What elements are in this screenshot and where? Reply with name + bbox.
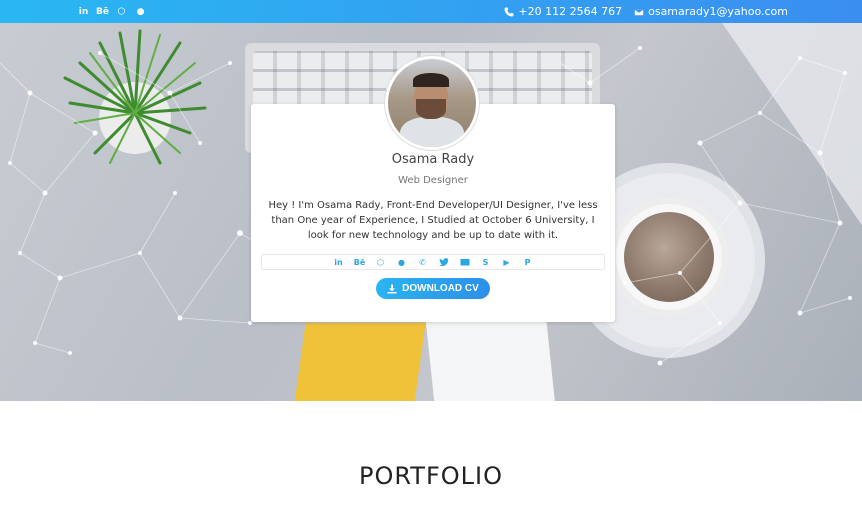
profile-role: Web Designer [398,175,468,186]
phone-icon [504,7,514,16]
profile-bio: Hey ! I'm Osama Rady, Front-End Develope… [268,200,598,241]
phone-number: +20 112 2564 767 [518,5,623,18]
linkedin-icon[interactable]: in [333,257,344,268]
phone-contact[interactable]: +20 112 2564 767 [504,5,622,18]
topbar-contact: +20 112 2564 767 osamarady1@yahoo.com [504,0,788,23]
mail-icon[interactable] [459,257,470,268]
behance-icon[interactable]: Bē [96,6,109,17]
download-cv-button[interactable]: DOWNLOAD CV [376,278,490,299]
codepen-icon[interactable]: ⬡ [116,6,127,17]
github-icon[interactable]: ● [135,6,146,17]
profile-social-links: in Bē ⬡ ● ✆ S ▶ P [261,254,605,270]
github-icon[interactable]: ● [396,257,407,268]
profile-name: Osama Rady [391,152,475,167]
twitter-icon[interactable] [438,257,449,268]
download-cv-label: DOWNLOAD CV [402,283,479,294]
top-bar: in Bē ⬡ ● +20 112 2564 767 osamarady1@ya… [0,0,862,23]
envelope-icon [634,8,644,16]
linkedin-icon[interactable]: in [78,6,89,17]
whatsapp-icon[interactable]: ✆ [417,257,428,268]
skype-icon[interactable]: S [480,257,491,268]
behance-icon[interactable]: Bē [354,257,366,268]
topbar-social-links: in Bē ⬡ ● [78,0,146,23]
avatar [385,56,479,150]
email-address: osamarady1@yahoo.com [648,5,788,18]
pinterest-icon[interactable]: P [522,257,533,268]
email-contact[interactable]: osamarady1@yahoo.com [634,5,788,18]
codepen-icon[interactable]: ⬡ [375,257,386,268]
download-icon [387,284,397,293]
profile-photo [388,59,476,147]
youtube-icon[interactable]: ▶ [501,257,512,268]
portfolio-heading: PORTFOLIO [359,462,503,490]
